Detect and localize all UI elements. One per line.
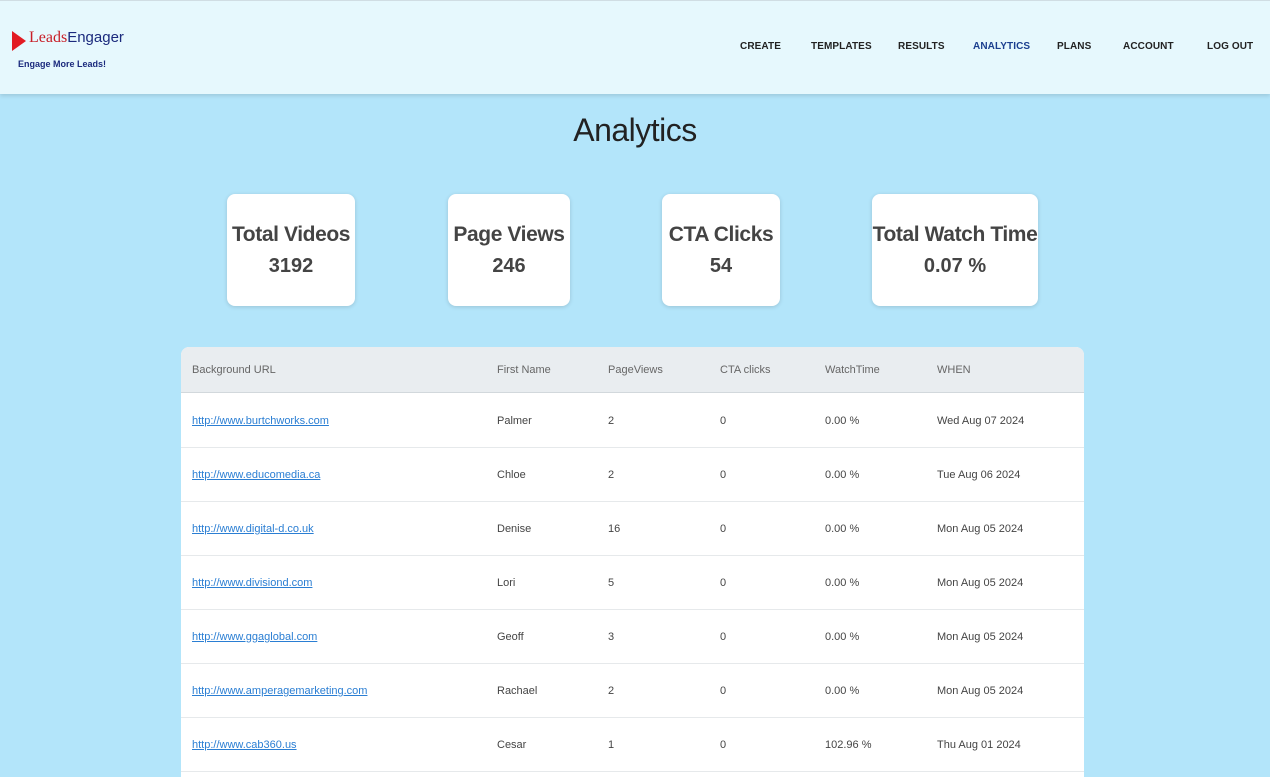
column-header-page-views: PageViews — [608, 364, 663, 376]
cell-cta-clicks: 0 — [720, 739, 727, 751]
nav-log-out[interactable]: LOG OUT — [1207, 41, 1253, 52]
cell-first-name: Rachael — [497, 685, 538, 697]
cell-first-name: Denise — [497, 523, 532, 535]
cell-first-name: Cesar — [497, 739, 527, 751]
cell-cta-clicks: 0 — [720, 523, 727, 535]
background-url-link[interactable]: http://www.digital-d.co.uk — [192, 523, 314, 535]
column-header-first-name: First Name — [497, 364, 551, 376]
stat-card-cta-clicks: CTA Clicks 54 — [662, 194, 780, 306]
stat-value: 246 — [492, 255, 526, 277]
cell-watch-time: 0.00 % — [825, 577, 860, 589]
stat-label: Total Watch Time — [872, 223, 1038, 246]
nav-plans[interactable]: PLANS — [1057, 41, 1091, 52]
cell-url: http://www.cab360.us — [192, 739, 297, 751]
cell-url: http://www.digital-d.co.uk — [192, 523, 314, 535]
stat-value: 54 — [709, 255, 733, 277]
analytics-table: Background URL First Name PageViews CTA … — [181, 347, 1084, 777]
table-row: http://www.burtchworks.com Palmer 2 0 0.… — [181, 394, 1084, 448]
background-url-link[interactable]: http://www.amperagemarketing.com — [192, 685, 367, 697]
cell-first-name: Geoff — [497, 631, 524, 643]
cell-when: Mon Aug 05 2024 — [937, 685, 1024, 697]
stat-label: CTA Clicks — [668, 223, 774, 246]
cell-page-views: 3 — [608, 631, 615, 643]
cell-page-views: 2 — [608, 685, 615, 697]
cell-when: Mon Aug 05 2024 — [937, 523, 1024, 535]
nav-templates[interactable]: TEMPLATES — [811, 41, 872, 52]
cell-url: http://www.ggaglobal.com — [192, 631, 317, 643]
cell-cta-clicks: 0 — [720, 415, 727, 427]
stat-value: 3192 — [268, 255, 314, 277]
cell-watch-time: 0.00 % — [825, 523, 860, 535]
cell-first-name: Chloe — [497, 469, 526, 481]
table-row: http://www.ggaglobal.com Geoff 3 0 0.00 … — [181, 610, 1084, 664]
cell-watch-time: 0.00 % — [825, 685, 860, 697]
table-row: http://www.digital-d.co.uk Denise 16 0 0… — [181, 502, 1084, 556]
cell-cta-clicks: 0 — [720, 469, 727, 481]
column-header-when: WHEN — [937, 364, 971, 376]
cell-url: http://www.burtchworks.com — [192, 415, 329, 427]
cell-page-views: 5 — [608, 577, 615, 589]
cell-when: Wed Aug 07 2024 — [937, 415, 1025, 427]
cell-cta-clicks: 0 — [720, 577, 727, 589]
cell-watch-time: 102.96 % — [825, 739, 872, 751]
cell-watch-time: 0.00 % — [825, 469, 860, 481]
stat-card-page-views: Page Views 246 — [448, 194, 570, 306]
main-nav: CREATE TEMPLATES RESULTS ANALYTICS PLANS… — [0, 41, 1270, 55]
stat-label: Total Videos — [231, 223, 351, 246]
column-header-background-url: Background URL — [192, 364, 276, 376]
background-url-link[interactable]: http://www.educomedia.ca — [192, 469, 320, 481]
stat-label: Page Views — [453, 223, 565, 246]
nav-results[interactable]: RESULTS — [898, 41, 945, 52]
cell-when: Tue Aug 06 2024 — [937, 469, 1021, 481]
background-url-link[interactable]: http://www.ggaglobal.com — [192, 631, 317, 643]
cell-watch-time: 0.00 % — [825, 631, 860, 643]
cell-when: Thu Aug 01 2024 — [937, 739, 1021, 751]
cell-watch-time: 0.00 % — [825, 415, 860, 427]
column-header-cta-clicks: CTA clicks — [720, 364, 771, 376]
table-row: http://www.cab360.us Cesar 1 0 102.96 % … — [181, 718, 1084, 772]
top-header: LeadsEngager Engage More Leads! CREATE T… — [0, 0, 1270, 94]
stat-card-total-watch-time: Total Watch Time 0.07 % — [872, 194, 1038, 306]
nav-analytics[interactable]: ANALYTICS — [973, 41, 1030, 52]
cell-page-views: 1 — [608, 739, 615, 751]
page-title: Analytics — [573, 112, 697, 148]
cell-first-name: Palmer — [497, 415, 532, 427]
background-url-link[interactable]: http://www.burtchworks.com — [192, 415, 329, 427]
cell-page-views: 16 — [608, 523, 621, 535]
cell-when: Mon Aug 05 2024 — [937, 577, 1024, 589]
table-row: http://www.educomedia.ca Chloe 2 0 0.00 … — [181, 448, 1084, 502]
background-url-link[interactable]: http://www.cab360.us — [192, 739, 297, 751]
table-row: http://www.amperagemarketing.com Rachael… — [181, 664, 1084, 718]
cell-cta-clicks: 0 — [720, 631, 727, 643]
table-row: http://www.divisiond.com Lori 5 0 0.00 %… — [181, 556, 1084, 610]
cell-url: http://www.educomedia.ca — [192, 469, 320, 481]
nav-account[interactable]: ACCOUNT — [1123, 41, 1174, 52]
cell-page-views: 2 — [608, 415, 615, 427]
nav-create[interactable]: CREATE — [740, 41, 781, 52]
cell-cta-clicks: 0 — [720, 685, 727, 697]
background-url-link[interactable]: http://www.divisiond.com — [192, 577, 312, 589]
cell-url: http://www.divisiond.com — [192, 577, 312, 589]
column-header-watch-time: WatchTime — [825, 364, 880, 376]
stat-value: 0.07 % — [923, 255, 987, 277]
table-header: Background URL First Name PageViews CTA … — [181, 347, 1084, 393]
stat-card-total-videos: Total Videos 3192 — [227, 194, 355, 306]
cell-page-views: 2 — [608, 469, 615, 481]
cell-first-name: Lori — [497, 577, 516, 589]
cell-when: Mon Aug 05 2024 — [937, 631, 1024, 643]
cell-url: http://www.amperagemarketing.com — [192, 685, 367, 697]
brand-tagline: Engage More Leads! — [18, 59, 107, 69]
